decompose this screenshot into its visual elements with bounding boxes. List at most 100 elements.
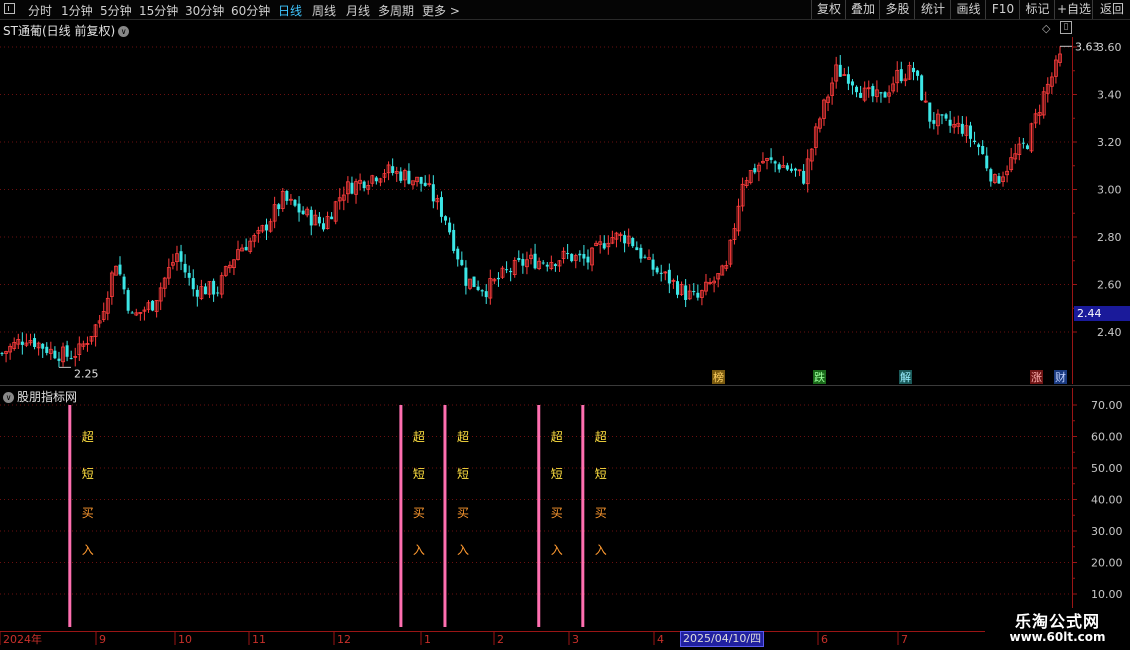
candle-body-down [859,92,863,98]
candle-body-down [920,75,924,101]
candle-body-down [391,166,395,173]
candle-body-down [635,247,639,251]
candle-body-down [602,243,606,249]
candle-body-down [362,181,366,189]
candle-body-down [802,170,806,184]
candle-body-down [785,165,789,170]
signal-char: 入 [82,543,94,557]
candle-body-down [545,264,549,267]
time-label: 1 [424,633,431,646]
candle-body-down [643,256,647,258]
time-label: 6 [821,633,828,646]
candle-body-down [578,253,582,256]
signal-char: 短 [595,467,607,481]
date-cursor-label: 2025/04/10/四 [680,631,765,647]
indicator-grid [0,404,1071,595]
signal-bar [68,405,72,627]
time-label: 3 [572,633,579,646]
price-tick-label: 3.00 [1097,184,1122,197]
candle-body-down [464,267,468,286]
signal-char: 短 [551,467,563,481]
candle-body-down [940,114,944,116]
signal-char: 超 [595,429,607,444]
candle-body-down [570,253,574,262]
candle-body-down [321,223,325,230]
candle-body-down [586,256,590,263]
candle-body-down [850,81,854,86]
candle-body-down [566,253,570,255]
time-label: 12 [337,633,351,646]
candle-body-down [399,171,403,181]
candle-body-down [997,176,1001,184]
candle-body-down [496,277,500,280]
signal-char: 超 [457,429,469,444]
candle-body-down [460,259,464,266]
signal-char: 短 [82,467,94,481]
chart-canvas[interactable]: 2.40 2.60 2.80 3.00 3.20 3.40 3.60 3.63 2.25 榜 跌… [0,0,1130,650]
candle-body-down [203,286,207,295]
price-tick-label: 3.20 [1097,136,1122,149]
candle-body-down [350,182,354,194]
candle-body-down [912,67,916,73]
signal-char: 买 [551,506,563,520]
indicator-tick-label: 10.00 [1091,588,1123,601]
current-price-tag: 2.44 [1074,306,1130,321]
signal-char: 入 [551,543,563,557]
price-tick-label: 2.60 [1097,279,1122,292]
candle-body-down [330,216,334,220]
event-marker-0: 榜 [713,370,724,384]
candle-body-down [753,168,757,173]
candle-body-down [293,199,297,206]
candle-body-down [651,259,655,270]
candle-body-down [639,247,643,259]
signal-char: 短 [457,467,469,481]
time-label: 4 [657,633,664,646]
candle-body-down [297,203,301,213]
time-label: 2024年 [3,632,42,646]
candle-body-down [667,269,671,284]
candle-body-down [130,312,134,314]
candle-body-down [696,292,700,298]
candle-body-down [968,125,972,139]
candle-body-down [623,235,627,244]
candle-body-down [1021,142,1025,144]
candle-body-down [582,254,586,259]
candle-body-down [407,170,411,184]
candle-body-down [309,209,313,226]
candle-body-down [883,92,887,98]
indicator-tick-label: 40.00 [1091,494,1123,507]
signal-char: 买 [595,506,607,520]
indicator-dropdown-icon[interactable]: ∨ [3,392,14,403]
candle-body-down [33,338,37,347]
watermark-title: 乐淘公式网 [1014,612,1100,631]
signal-char: 短 [413,467,425,481]
candle-body-down [53,350,57,359]
candle-body-down [871,86,875,97]
event-markers: 榜 跌 解 涨财 [0,370,1130,386]
signal-char: 超 [413,429,425,444]
indicator-axis: 10.00 20.00 30.00 40.00 50.00 60.00 70.00 [1072,388,1123,630]
candle-body-down [452,229,456,251]
signal-bars: 超短买入 超短买入 超短买入 超短买入 超短买入 [68,405,607,627]
signal-char: 超 [551,429,563,444]
candle-body-down [916,70,920,76]
candle-body-down [179,251,183,262]
candle-body-down [789,168,793,171]
candle-body-down [655,267,659,273]
candle-body-down [45,346,49,353]
candle-body-down [1025,145,1029,150]
candle-body-down [484,291,488,298]
candle-body-down [472,276,476,287]
candle-body-down [973,140,977,142]
high-label: 3.63 [1075,40,1100,53]
candle-body-down [265,224,268,231]
indicator-tick-label: 70.00 [1091,399,1123,412]
price-tick-label: 3.60 [1097,41,1122,54]
price-tick-label: 3.40 [1097,89,1122,102]
candle-body-down [439,197,443,217]
candle-body-down [456,248,460,260]
candle-body-down [794,168,797,171]
candle-body-down [216,292,220,294]
candle-body-down [981,146,985,155]
time-label: 9 [99,633,106,646]
